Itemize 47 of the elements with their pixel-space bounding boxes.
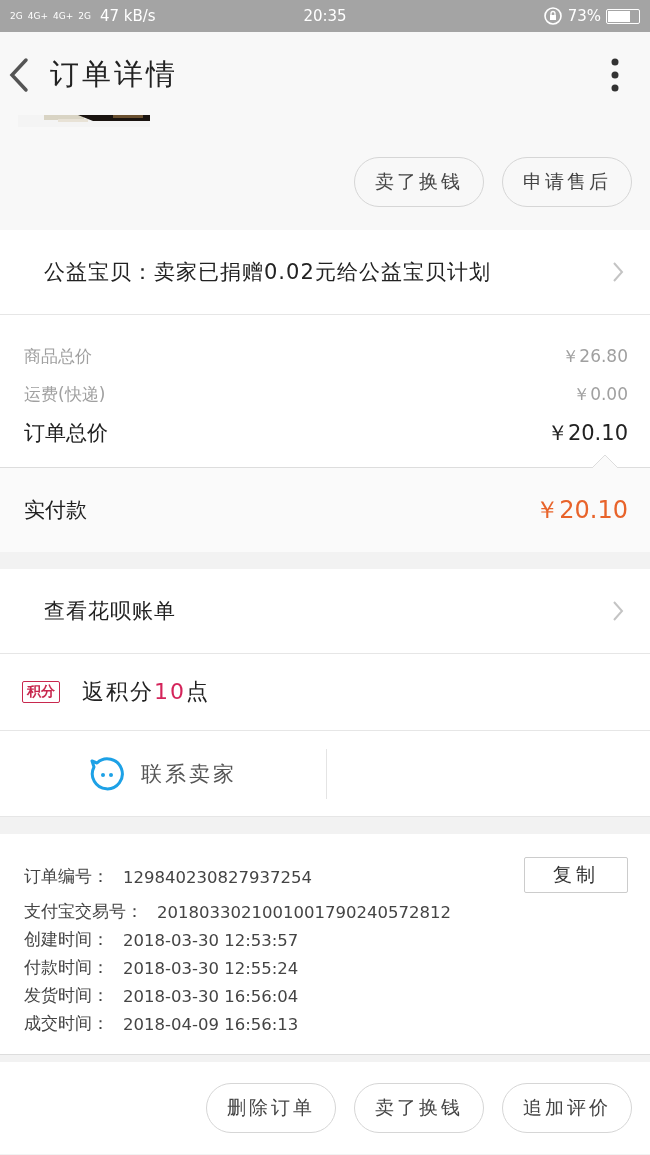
info-label: 付款时间： — [24, 957, 109, 979]
info-value: 2018-03-30 12:53:57 — [123, 930, 299, 950]
rotation-lock-icon — [542, 6, 563, 26]
action-button[interactable]: 追加评价 — [502, 1083, 632, 1133]
action-button[interactable]: 卖了换钱 — [354, 157, 484, 207]
price-label: 商品总价 — [24, 344, 92, 368]
info-value: 129840230827937254 — [123, 867, 312, 887]
chat-face-icon — [89, 756, 125, 791]
points-badge: 积分 — [22, 681, 60, 703]
info-value: 2018033021001001790240572812 — [157, 902, 451, 922]
info-label: 支付宝交易号： — [24, 901, 143, 923]
info-label: 发货时间： — [24, 985, 109, 1007]
huabei-row[interactable]: 查看花呗账单 — [0, 569, 650, 654]
paid-label: 实付款 — [24, 497, 87, 524]
paid-amount: ￥20.10 — [535, 495, 628, 526]
action-button[interactable]: 申请售后 — [502, 157, 632, 207]
chevron-right-icon — [612, 261, 624, 283]
price-value: ￥0.00 — [573, 382, 628, 406]
info-value: 2018-03-30 12:55:24 — [123, 958, 299, 978]
price-value: ￥26.80 — [562, 344, 628, 368]
back-icon[interactable] — [8, 57, 30, 93]
info-label: 订单编号： — [24, 866, 109, 888]
page-title: 订单详情 — [50, 56, 179, 93]
info-value: 2018-04-09 16:56:13 — [123, 1014, 299, 1034]
info-value: 2018-03-30 16:56:04 — [123, 986, 299, 1006]
network-speed: 47 kB/s — [99, 7, 156, 25]
copy-button[interactable]: 复制 — [524, 857, 628, 893]
network-label: 4G+ — [27, 11, 48, 21]
action-button[interactable]: 卖了换钱 — [354, 1083, 484, 1133]
points-text: 返积分 10点 — [82, 678, 210, 706]
action-button[interactable]: 删除订单 — [206, 1083, 336, 1133]
price-value: ￥20.10 — [546, 420, 628, 447]
info-label: 成交时间： — [24, 1013, 109, 1035]
huabei-label: 查看花呗账单 — [44, 598, 176, 625]
charity-text: 公益宝贝：卖家已捐赠0.02元给公益宝贝计划 — [44, 259, 491, 286]
info-label: 创建时间： — [24, 929, 109, 951]
price-label: 运费(快递) — [24, 382, 106, 406]
charity-row[interactable]: 公益宝贝：卖家已捐赠0.02元给公益宝贝计划 — [0, 230, 650, 315]
clock: 20:35 — [303, 7, 347, 25]
battery-percent: 73% — [567, 7, 601, 25]
battery-icon — [606, 8, 640, 24]
network-label: 2G — [10, 11, 23, 21]
chevron-right-icon — [612, 600, 624, 622]
more-icon[interactable] — [610, 58, 620, 92]
network-label: 2G — [78, 11, 91, 21]
network-label: 4G+ — [52, 11, 74, 21]
price-label: 订单总价 — [24, 420, 108, 447]
